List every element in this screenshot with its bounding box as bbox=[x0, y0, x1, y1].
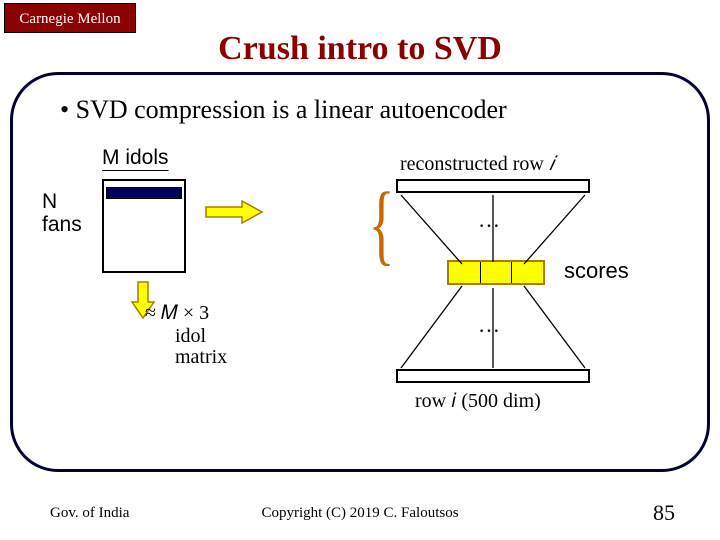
bullet-text: • SVD compression is a linear autoencode… bbox=[60, 95, 507, 125]
idol-matrix-label: idol matrix bbox=[175, 326, 227, 368]
label-m-idols: M idols bbox=[102, 146, 169, 170]
slide-title: Crush intro to SVD bbox=[0, 30, 720, 68]
arrow-right-icon bbox=[204, 199, 264, 225]
row-i-box bbox=[396, 369, 590, 383]
footer-copyright: Copyright (C) 2019 C. Faloutsos bbox=[0, 505, 720, 522]
row-i-label: row 𝑖 (500 dim) bbox=[415, 390, 541, 413]
label-n-fans: N fans bbox=[42, 190, 82, 236]
logo-banner: Carnegie Mellon bbox=[4, 3, 136, 33]
highlighted-row bbox=[106, 187, 182, 199]
brace-icon: { bbox=[369, 180, 395, 270]
approx-formula: ≈ 𝑀 × 3 bbox=[145, 302, 209, 325]
reconstructed-label: reconstructed row 𝑖 bbox=[400, 153, 554, 176]
slide-number: 85 bbox=[653, 500, 675, 526]
autoencoder-lines bbox=[396, 190, 590, 370]
